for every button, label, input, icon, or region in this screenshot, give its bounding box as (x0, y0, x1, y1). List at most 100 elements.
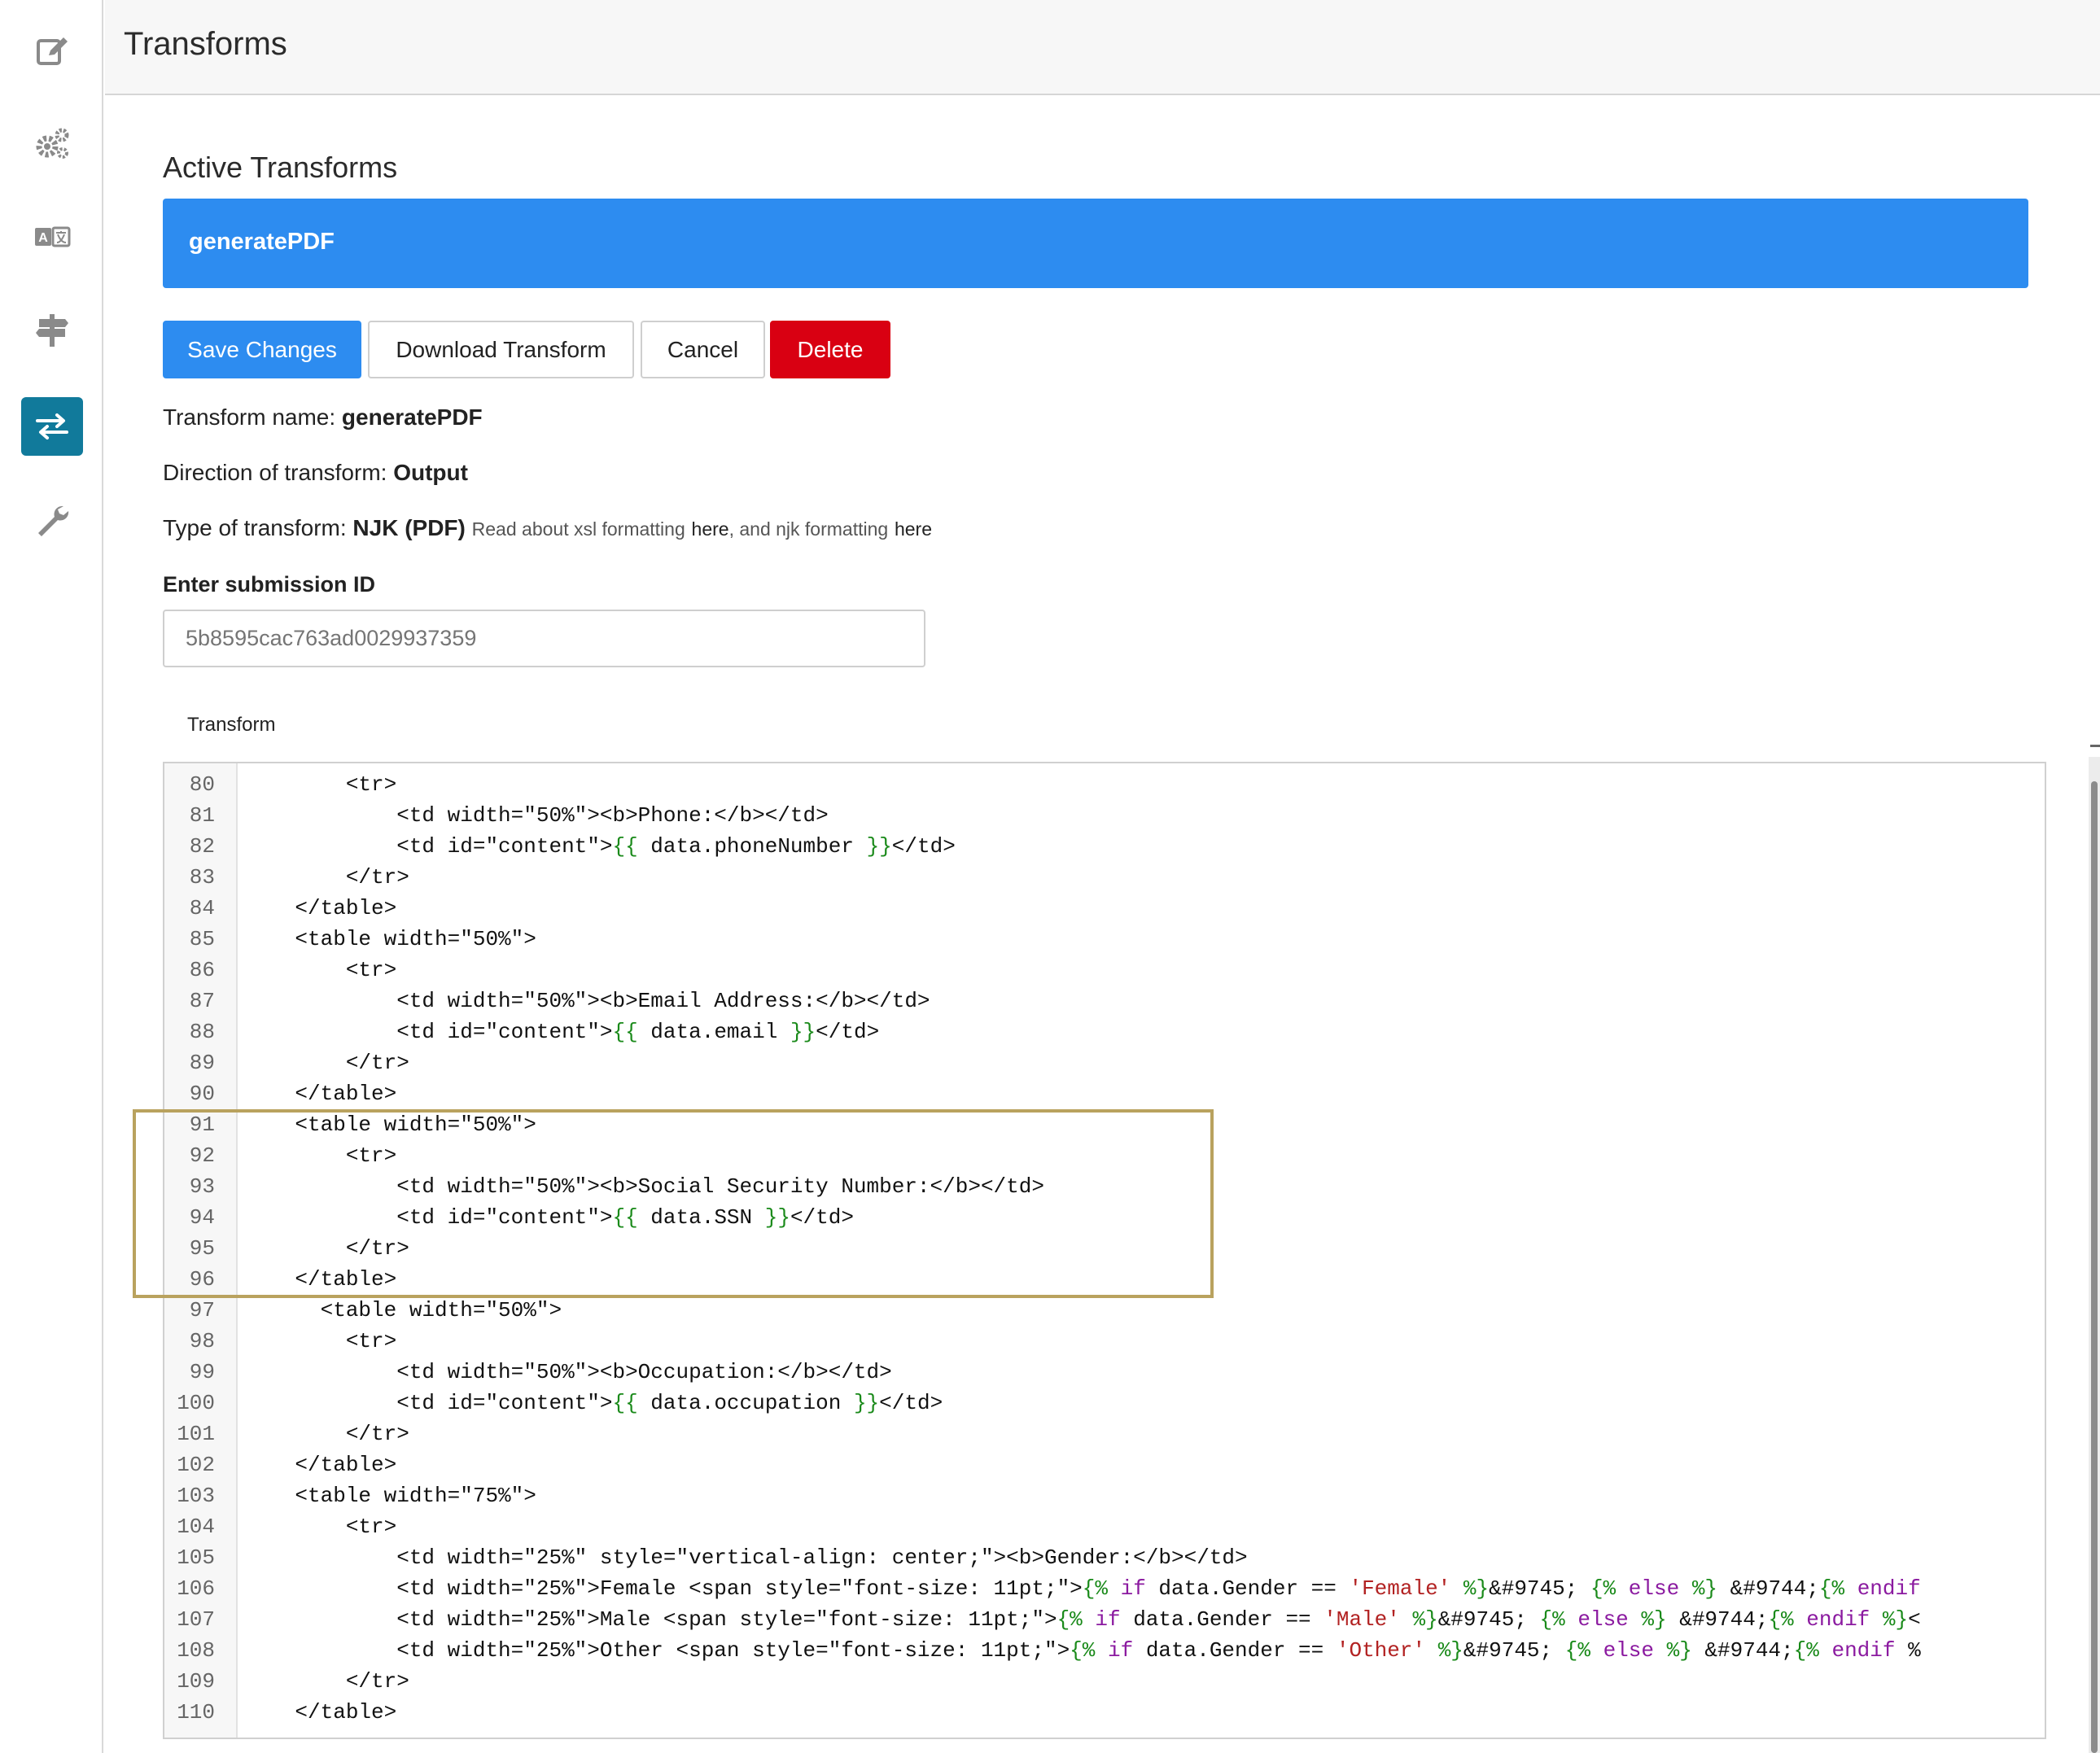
type-label: Type of transform: (163, 515, 347, 540)
line-number: 86 (189, 958, 215, 982)
code-lines: 80 <tr> 81 <td width="50%"><b>Phone:</b><… (164, 769, 2045, 1728)
code-line[interactable]: 96 </table> (164, 1264, 2045, 1295)
code-line[interactable]: 82 <td id="content">{{ data.phoneNumber … (164, 831, 2045, 862)
xsl-help-text: Read about xsl formatting (471, 518, 685, 540)
sidebar-item-settings[interactable] (21, 114, 83, 173)
code-line[interactable]: 108 <td width="25%">Other <span style="f… (164, 1635, 2045, 1666)
line-number: 94 (189, 1205, 215, 1230)
sidebar-item-edit[interactable] (21, 21, 83, 80)
code-line[interactable]: 90 </table> (164, 1078, 2045, 1109)
line-number: 80 (189, 772, 215, 797)
translate-icon: A (35, 226, 71, 247)
line-text: </tr> (244, 1422, 409, 1446)
code-line[interactable]: 103 <table width="75%"> (164, 1480, 2045, 1511)
line-number: 99 (189, 1360, 215, 1384)
sidebar: A (0, 0, 103, 1753)
direction-label: Direction of transform: (163, 460, 387, 485)
transform-name-value: generatePDF (341, 404, 483, 430)
direction-row: Direction of transform: Output (163, 460, 468, 486)
sidebar-item-translate[interactable]: A (21, 208, 83, 267)
code-line[interactable]: 88 <td id="content">{{ data.email }}</td… (164, 1016, 2045, 1047)
code-line[interactable]: 80 <tr> (164, 769, 2045, 800)
code-line[interactable]: 105 <td width="25%" style="vertical-alig… (164, 1542, 2045, 1573)
line-text: <table width="50%"> (244, 1113, 536, 1137)
code-line[interactable]: 86 <tr> (164, 955, 2045, 986)
line-number: 95 (189, 1236, 215, 1261)
line-text: </table> (244, 1082, 397, 1106)
code-line[interactable]: 85 <table width="50%"> (164, 924, 2045, 955)
code-line[interactable]: 83 </tr> (164, 862, 2045, 893)
line-number: 105 (177, 1545, 215, 1570)
save-changes-button[interactable]: Save Changes (163, 321, 361, 378)
type-row: Type of transform: NJK (PDF) Read about … (163, 515, 932, 541)
code-line[interactable]: 81 <td width="50%"><b>Phone:</b></td> (164, 800, 2045, 831)
code-line[interactable]: 100 <td id="content">{{ data.occupation … (164, 1388, 2045, 1419)
svg-text:A: A (38, 231, 48, 245)
njk-help-link[interactable]: here (895, 518, 932, 540)
line-text: <table width="75%"> (244, 1484, 536, 1508)
code-line[interactable]: 109 </tr> (164, 1666, 2045, 1697)
sidebar-item-transforms[interactable] (21, 397, 83, 456)
line-text: <tr> (244, 958, 397, 982)
main-content: Active Transforms generatePDF Save Chang… (105, 97, 2100, 1753)
line-number: 89 (189, 1051, 215, 1075)
active-transform-item[interactable]: generatePDF (163, 199, 2028, 288)
page-scrollbar-thumb[interactable] (2091, 781, 2098, 1753)
submission-id-label: Enter submission ID (163, 572, 376, 597)
line-text: <td width="25%">Female <span style="font… (244, 1576, 1921, 1601)
line-text: <td width="50%"><b>Social Security Numbe… (244, 1174, 1044, 1199)
code-editor[interactable]: 80 <tr> 81 <td width="50%"><b>Phone:</b><… (163, 762, 2046, 1739)
code-line[interactable]: 94 <td id="content">{{ data.SSN }}</td> (164, 1202, 2045, 1233)
line-number: 87 (189, 989, 215, 1013)
code-line[interactable]: 91 <table width="50%"> (164, 1109, 2045, 1140)
signpost-icon (36, 314, 68, 347)
submission-id-input[interactable] (163, 610, 925, 667)
line-number: 81 (189, 803, 215, 828)
scroll-up-arrow[interactable] (2090, 745, 2100, 753)
xsl-help-link[interactable]: here (692, 518, 729, 540)
transform-name-row: Transform name: generatePDF (163, 404, 483, 431)
code-line[interactable]: 89 </tr> (164, 1047, 2045, 1078)
delete-button[interactable]: Delete (770, 321, 890, 378)
sidebar-item-tools[interactable] (21, 492, 83, 550)
line-number: 82 (189, 834, 215, 859)
line-text: <td id="content">{{ data.occupation }}</… (244, 1391, 943, 1415)
line-text: <td width="50%"><b>Phone:</b></td> (244, 803, 829, 828)
line-text: <td id="content">{{ data.phoneNumber }}<… (244, 834, 956, 859)
line-text: <tr> (244, 1143, 397, 1168)
line-text: <tr> (244, 772, 397, 797)
wrench-icon (38, 505, 69, 536)
code-line[interactable]: 92 <tr> (164, 1140, 2045, 1171)
line-text: </table> (244, 1267, 397, 1292)
line-text: </tr> (244, 865, 409, 890)
section-title: Active Transforms (163, 151, 398, 184)
code-line[interactable]: 87 <td width="50%"><b>Email Address:</b>… (164, 986, 2045, 1016)
code-line[interactable]: 93 <td width="50%"><b>Social Security Nu… (164, 1171, 2045, 1202)
line-number: 106 (177, 1576, 215, 1601)
code-line[interactable]: 98 <tr> (164, 1326, 2045, 1357)
download-transform-button[interactable]: Download Transform (368, 321, 634, 378)
line-text: <td width="25%">Other <span style="font-… (244, 1638, 1921, 1663)
code-line[interactable]: 110 </table> (164, 1697, 2045, 1728)
code-line[interactable]: 107 <td width="25%">Male <span style="fo… (164, 1604, 2045, 1635)
line-number: 83 (189, 865, 215, 890)
njk-help-text: , and njk formatting (728, 518, 889, 540)
code-line[interactable]: 104 <tr> (164, 1511, 2045, 1542)
line-text: <td width="25%" style="vertical-align: c… (244, 1545, 1248, 1570)
code-line[interactable]: 99 <td width="50%"><b>Occupation:</b></t… (164, 1357, 2045, 1388)
code-line[interactable]: 84 </table> (164, 893, 2045, 924)
type-value: NJK (PDF) (352, 515, 466, 540)
sidebar-item-routes[interactable] (21, 301, 83, 360)
line-number: 110 (177, 1700, 215, 1725)
line-text: <td width="50%"><b>Occupation:</b></td> (244, 1360, 892, 1384)
transfer-arrows-icon (36, 413, 68, 439)
code-line[interactable]: 106 <td width="25%">Female <span style="… (164, 1573, 2045, 1604)
cancel-button[interactable]: Cancel (641, 321, 765, 378)
code-line[interactable]: 97 <table width="50%"> (164, 1295, 2045, 1326)
line-number: 96 (189, 1267, 215, 1292)
line-number: 92 (189, 1143, 215, 1168)
code-line[interactable]: 95 </tr> (164, 1233, 2045, 1264)
code-line[interactable]: 101 </tr> (164, 1419, 2045, 1449)
code-line[interactable]: 102 </table> (164, 1449, 2045, 1480)
line-text: </table> (244, 896, 397, 920)
